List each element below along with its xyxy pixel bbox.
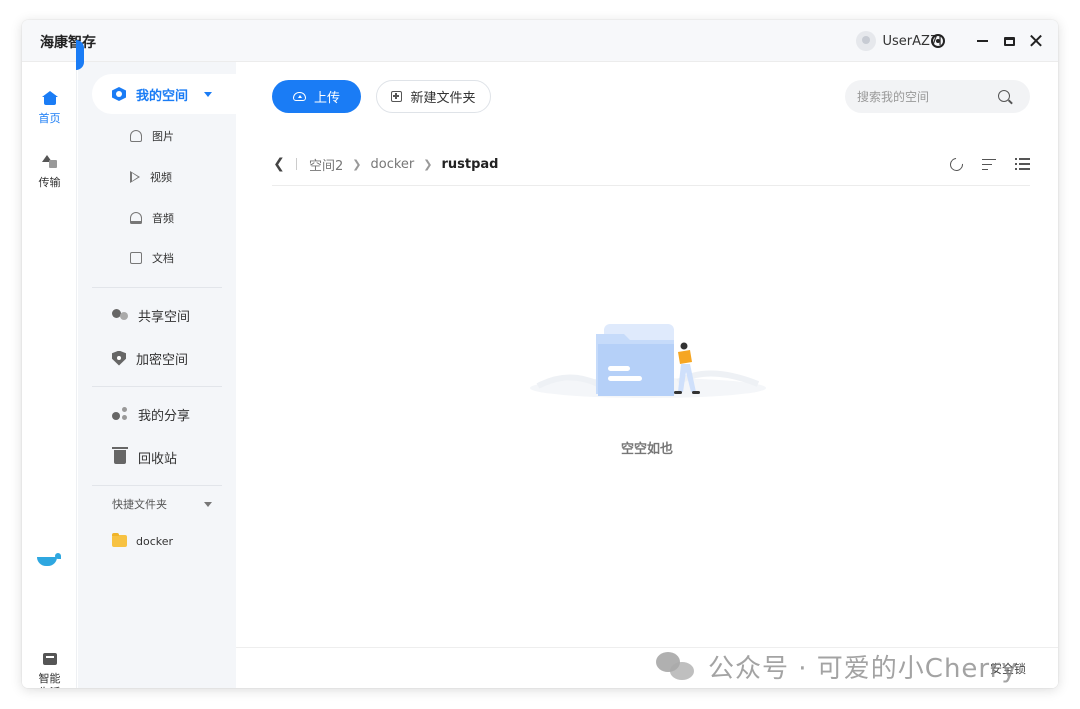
- nav-my-space-label: 我的空间: [136, 88, 189, 104]
- users-icon: [112, 309, 128, 321]
- nav-item-encrypted-space[interactable]: 加密空间: [112, 347, 188, 369]
- nav-item-my-space[interactable]: 我的空间: [92, 74, 238, 114]
- refresh-button[interactable]: [946, 154, 966, 174]
- rail-home-label: 首页: [38, 112, 61, 125]
- nav-sub-label: 音频: [152, 212, 174, 225]
- list-view-icon: [1014, 158, 1030, 170]
- security-lock-link[interactable]: 安全锁: [990, 660, 1026, 677]
- upload-button[interactable]: 上传: [272, 80, 361, 113]
- nav-my-share-label: 我的分享: [138, 408, 191, 424]
- view-toolbar: [933, 154, 1032, 174]
- my-space-icon: [112, 87, 126, 101]
- target-icon: [931, 34, 945, 48]
- search-icon[interactable]: [998, 90, 1010, 102]
- content-divider: [272, 185, 1030, 186]
- chevron-down-icon[interactable]: [204, 91, 213, 97]
- maximize-icon: [1003, 36, 1015, 46]
- back-arrow-icon[interactable]: ❮: [272, 156, 286, 172]
- breadcrumb-current: rustpad: [441, 156, 499, 172]
- quick-folder-label: docker: [136, 534, 174, 548]
- share-icon: [112, 407, 128, 421]
- empty-folder-illustration: [530, 324, 766, 398]
- breadcrumb-divider: [296, 158, 297, 170]
- rail-item-smart-life[interactable]: 智能生活: [22, 650, 77, 688]
- nav-sub-item-videos[interactable]: 视频: [130, 167, 172, 187]
- upload-label: 上传: [313, 91, 340, 106]
- nav-divider: [92, 386, 222, 387]
- main-content: 上传 新建文件夹 ❮ 空间2 ❯ docker ❯ rustpad: [236, 62, 1058, 688]
- nav-shared-space-label: 共享空间: [138, 309, 191, 325]
- close-icon: ✕: [1027, 29, 1045, 53]
- refresh-icon: [946, 154, 966, 174]
- left-rail: 首页 传输 智能生活: [22, 62, 77, 688]
- image-icon: [130, 130, 142, 142]
- app-title: 海康智存: [40, 35, 96, 51]
- quick-folder-item[interactable]: docker: [112, 532, 173, 550]
- footer-bar: 安全锁: [236, 647, 1058, 688]
- nav-sub-item-images[interactable]: 图片: [130, 126, 174, 146]
- shield-icon: [112, 350, 126, 366]
- transfer-icon: [41, 155, 58, 169]
- nav-item-shared-space[interactable]: 共享空间: [112, 304, 190, 326]
- trash-icon: [112, 447, 128, 464]
- quick-folders-header[interactable]: 快捷文件夹: [112, 495, 212, 513]
- nav-divider: [92, 287, 222, 288]
- quick-folders-label: 快捷文件夹: [112, 498, 167, 511]
- folder-icon: [112, 533, 127, 547]
- breadcrumb-item[interactable]: docker: [371, 157, 415, 172]
- minimize-icon: [976, 40, 988, 42]
- breadcrumb: ❮ 空间2 ❯ docker ❯ rustpad: [272, 154, 499, 174]
- toolbox-icon: [42, 653, 57, 665]
- nav-divider: [92, 485, 222, 486]
- nav-sub-item-audio[interactable]: 音频: [130, 208, 174, 228]
- docker-whale-icon: [36, 553, 63, 567]
- add-folder-icon: [391, 91, 403, 102]
- nav-encrypted-space-label: 加密空间: [136, 352, 189, 368]
- rail-item-home[interactable]: 首页: [22, 90, 77, 126]
- breadcrumb-item[interactable]: 空间2: [309, 155, 343, 174]
- empty-state-text: 空空如也: [620, 442, 673, 457]
- home-icon: [41, 91, 58, 105]
- close-button[interactable]: ✕: [1024, 29, 1048, 53]
- title-bar: 海康智存 UserAZ7I ✕: [22, 20, 1058, 62]
- nav-collapse-handle[interactable]: [76, 40, 84, 70]
- minimize-button[interactable]: [970, 29, 994, 53]
- sort-icon: [982, 158, 996, 170]
- sort-button[interactable]: [979, 154, 999, 174]
- nav-recycle-bin-label: 回收站: [138, 451, 178, 467]
- search-input[interactable]: [857, 89, 987, 104]
- nav-item-recycle-bin[interactable]: 回收站: [112, 446, 177, 468]
- settings-button[interactable]: [926, 29, 950, 53]
- nav-sub-item-documents[interactable]: 文档: [130, 248, 174, 268]
- new-folder-button[interactable]: 新建文件夹: [376, 80, 491, 113]
- nav-sub-label: 视频: [150, 171, 172, 184]
- list-view-button[interactable]: [1012, 154, 1032, 174]
- chevron-right-icon: ❯: [423, 157, 433, 171]
- rail-item-docker[interactable]: [22, 552, 77, 571]
- app-window: 海康智存 UserAZ7I ✕ 首页 传输 智能 我的空间 图片 视频 音频 文…: [22, 20, 1058, 688]
- rail-smart-label: 智能生活: [38, 672, 61, 688]
- headphones-icon: [130, 212, 142, 224]
- chevron-right-icon: ❯: [352, 157, 362, 171]
- rail-item-transfer[interactable]: 传输: [22, 154, 77, 190]
- nav-sub-label: 文档: [152, 252, 174, 265]
- cloud-upload-icon: [292, 92, 306, 101]
- chevron-down-icon: [204, 501, 212, 507]
- document-icon: [130, 252, 142, 264]
- avatar[interactable]: [856, 31, 877, 51]
- maximize-button[interactable]: [997, 29, 1021, 53]
- new-folder-label: 新建文件夹: [410, 91, 476, 106]
- video-icon: [130, 171, 140, 183]
- nav-panel: 我的空间 图片 视频 音频 文档 共享空间 加密空间 我的分享 回收站 快捷文件…: [78, 62, 238, 688]
- nav-sub-label: 图片: [152, 130, 174, 143]
- rail-transfer-label: 传输: [38, 176, 61, 189]
- nav-item-my-share[interactable]: 我的分享: [112, 403, 190, 425]
- search-box[interactable]: [845, 80, 1030, 113]
